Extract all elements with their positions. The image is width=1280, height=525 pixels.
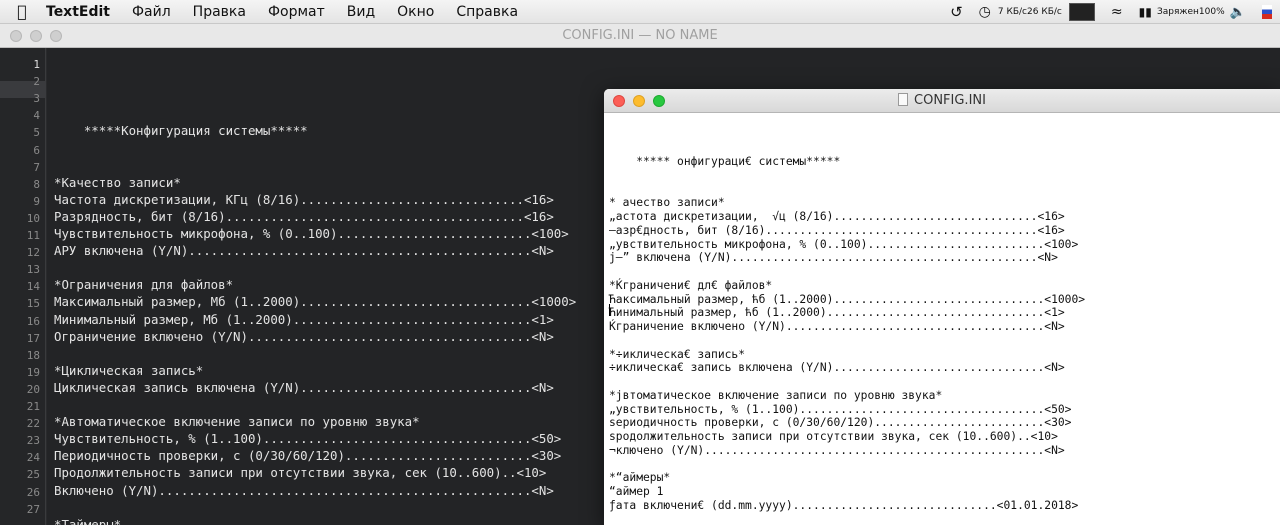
line-number: 19 <box>26 365 40 379</box>
background-window-titlebar: CONFIG.INI — NO NAME <box>0 24 1280 48</box>
foreground-window-titlebar: CONFIG.INI <box>604 89 1280 113</box>
foreground-text-line: ƒата включени€ (dd.mm.yyyy).............… <box>609 498 1079 512</box>
line-number: 23 <box>26 434 40 448</box>
foreground-text-line: ***** онфигураци€ системы***** <box>609 155 841 168</box>
line-number: 20 <box>26 382 40 396</box>
background-text-line: Включено (Y/N)..........................… <box>54 482 554 498</box>
line-number: 21 <box>26 400 40 413</box>
line-number: 13 <box>26 263 40 277</box>
line-number: 7 <box>33 160 40 174</box>
menu-window[interactable]: Окно <box>386 4 445 20</box>
menu-format[interactable]: Формат <box>257 4 336 20</box>
line-number: 16 <box>26 314 40 328</box>
background-text-line: Ограничение включено (Y/N)..............… <box>54 328 554 344</box>
wifi-icon[interactable]: ≈ <box>1111 4 1123 20</box>
net-upload: 7 КБ/с <box>997 7 1027 17</box>
background-text-line: *Ограничения для файлов* <box>54 277 234 293</box>
line-number: 6 <box>33 143 40 157</box>
foreground-text-line: –азр€дность, бит (8/16).................… <box>609 223 1065 237</box>
foreground-text-line: „увствительность микрофона, % (0..100)..… <box>609 237 1079 251</box>
line-number: 11 <box>26 229 40 242</box>
battery-status[interactable]: Заряжен 100% <box>1157 7 1225 17</box>
background-text-line: Разрядность, бит (8/16).................… <box>54 208 554 224</box>
foreground-text-line: *јвтоматическое включение записи по уров… <box>609 388 943 402</box>
line-number: 17 <box>26 331 40 345</box>
foreground-text-line: * ачество записи* <box>609 196 725 210</box>
background-text-line: Частота дискретизации, КГц (8/16).......… <box>54 191 554 207</box>
line-number: 26 <box>26 485 40 499</box>
background-text-line: Минимальный размер, Мб (1..2000)........… <box>54 311 554 327</box>
background-text-line: Продолжительность записи при отсутствии … <box>54 465 547 481</box>
line-number: 5 <box>33 126 40 140</box>
background-text-line: Циклическая запись включена (Y/N).......… <box>54 379 554 395</box>
apple-menu-icon[interactable]:  <box>0 2 44 21</box>
menu-edit[interactable]: Правка <box>182 4 257 20</box>
background-text-line: Чувствительность микрофона, % (0..100)..… <box>54 226 569 241</box>
foreground-text-line: *“аймеры* <box>609 471 671 485</box>
time-machine-icon[interactable]: ↺ <box>950 3 963 21</box>
line-number: 18 <box>26 348 40 362</box>
menu-help[interactable]: Справка <box>445 4 529 20</box>
background-text-line: *Качество записи* <box>54 174 181 190</box>
foreground-text-line: Ћаксимальный размер, ћб (1..2000).......… <box>609 292 1086 306</box>
foreground-window-title-text: CONFIG.INI <box>914 93 986 108</box>
clock-icon[interactable]: ◷ <box>979 4 991 20</box>
menu-bar:  TextEdit Файл Правка Формат Вид Окно С… <box>0 0 1280 24</box>
foreground-text-line: ÷иклическа€ запись включена (Y/N).......… <box>609 361 1065 375</box>
foreground-text-line: *÷иклическа€ запись* <box>609 347 746 361</box>
background-window-title: CONFIG.INI — NO NAME <box>562 28 718 43</box>
line-number-gutter: 1 2 3 4 5 6 7 8 9 10 11 12 13 14 15 16 17 18 19 20 21 22 23 24 2… <box>0 48 46 525</box>
background-text-line: *Таймеры* <box>54 516 122 525</box>
line-number: 15 <box>26 297 40 311</box>
foreground-window-title: CONFIG.INI <box>604 93 1280 108</box>
foreground-text-line: ¬ключено (Y/N)..........................… <box>609 443 1065 457</box>
foreground-text-line: j–” включена (Y/N)......................… <box>609 251 1058 265</box>
line-number: 22 <box>26 417 40 431</box>
background-text-line: *Циклическая запись* <box>54 362 204 378</box>
background-text-line: *Автоматическое включение записи по уров… <box>54 414 420 430</box>
foreground-text-line: Ќграничение включено (Y/N)..............… <box>609 320 1065 333</box>
line-number: 8 <box>33 177 40 191</box>
background-text-line: Периодичность проверки, с (0/30/60/120).… <box>54 448 562 464</box>
background-text-line: *****Конфигурация системы***** <box>54 123 308 139</box>
line-number: 10 <box>26 211 40 225</box>
foreground-text-line: Ћинимальный размер, ћб (1..2000)........… <box>609 306 1065 320</box>
foreground-text-line: ѕериодичность проверки, с (0/30/60/120).… <box>609 416 1072 430</box>
foreground-text-line: “аймер 1 <box>609 485 664 498</box>
foreground-text-line: ѕродолжительность записи при отсутствии … <box>609 430 1058 443</box>
line-number: 1 <box>33 58 40 71</box>
line-number: 27 <box>26 502 40 516</box>
foreground-text-line: „астота дискретизации, √ц (8/16)........… <box>609 210 1065 223</box>
input-source-flag-icon[interactable] <box>1262 5 1272 19</box>
menu-view[interactable]: Вид <box>336 4 386 20</box>
foreground-text-line: *Ќграничени€ дл€ файлов* <box>609 278 773 292</box>
document-icon <box>898 93 909 106</box>
line-number: 4 <box>33 109 40 123</box>
volume-icon[interactable]: 🔈 <box>1230 5 1246 20</box>
net-download: 26 КБ/с <box>1027 7 1062 17</box>
line-number: 25 <box>26 468 40 482</box>
background-text-line: Максимальный размер, Мб (1..2000).......… <box>54 294 577 310</box>
battery-icon[interactable]: ▮▮ <box>1139 5 1152 19</box>
battery-status-label: Заряжен <box>1156 7 1199 17</box>
line-number: 2 <box>33 75 40 89</box>
line-number: 9 <box>33 194 40 208</box>
network-speed[interactable]: 7 КБ/с 26 КБ/с <box>998 7 1062 17</box>
foreground-document-text-area[interactable]: ***** онфигураци€ системы***** * ачество … <box>604 114 1280 525</box>
monitor-icon[interactable] <box>1068 3 1095 21</box>
foreground-document-window: CONFIG.INI ***** онфигураци€ системы****… <box>604 89 1280 525</box>
battery-percent: 100% <box>1198 7 1225 17</box>
foreground-text-line: „увствительность, % (1..100)............… <box>609 402 1072 416</box>
background-text-line: АРУ включена (Y/N)......................… <box>54 243 554 259</box>
menu-file[interactable]: Файл <box>121 4 182 20</box>
line-number: 12 <box>26 246 40 260</box>
line-number: 3 <box>33 92 40 106</box>
line-number: 24 <box>26 451 40 465</box>
background-text-line: Чувствительность, % (1..100)............… <box>54 431 562 447</box>
status-area: ↺ ◷ 7 КБ/с 26 КБ/с ≈ ▮▮ Заряжен 100% 🔈 <box>942 0 1280 24</box>
line-number: 14 <box>26 280 40 294</box>
menu-app-name[interactable]: TextEdit <box>44 4 121 20</box>
